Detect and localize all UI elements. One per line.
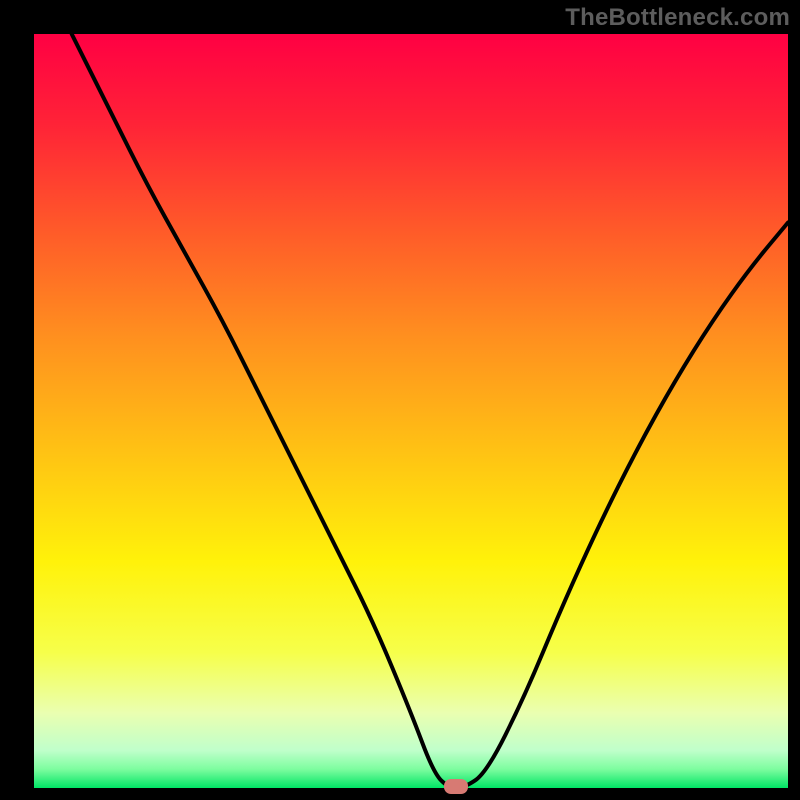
chart-frame: TheBottleneck.com [0, 0, 800, 800]
chart-svg [34, 34, 788, 788]
gradient-background [34, 34, 788, 788]
plot-area [34, 34, 788, 788]
optimum-marker [444, 779, 468, 794]
attribution-text: TheBottleneck.com [565, 4, 790, 32]
